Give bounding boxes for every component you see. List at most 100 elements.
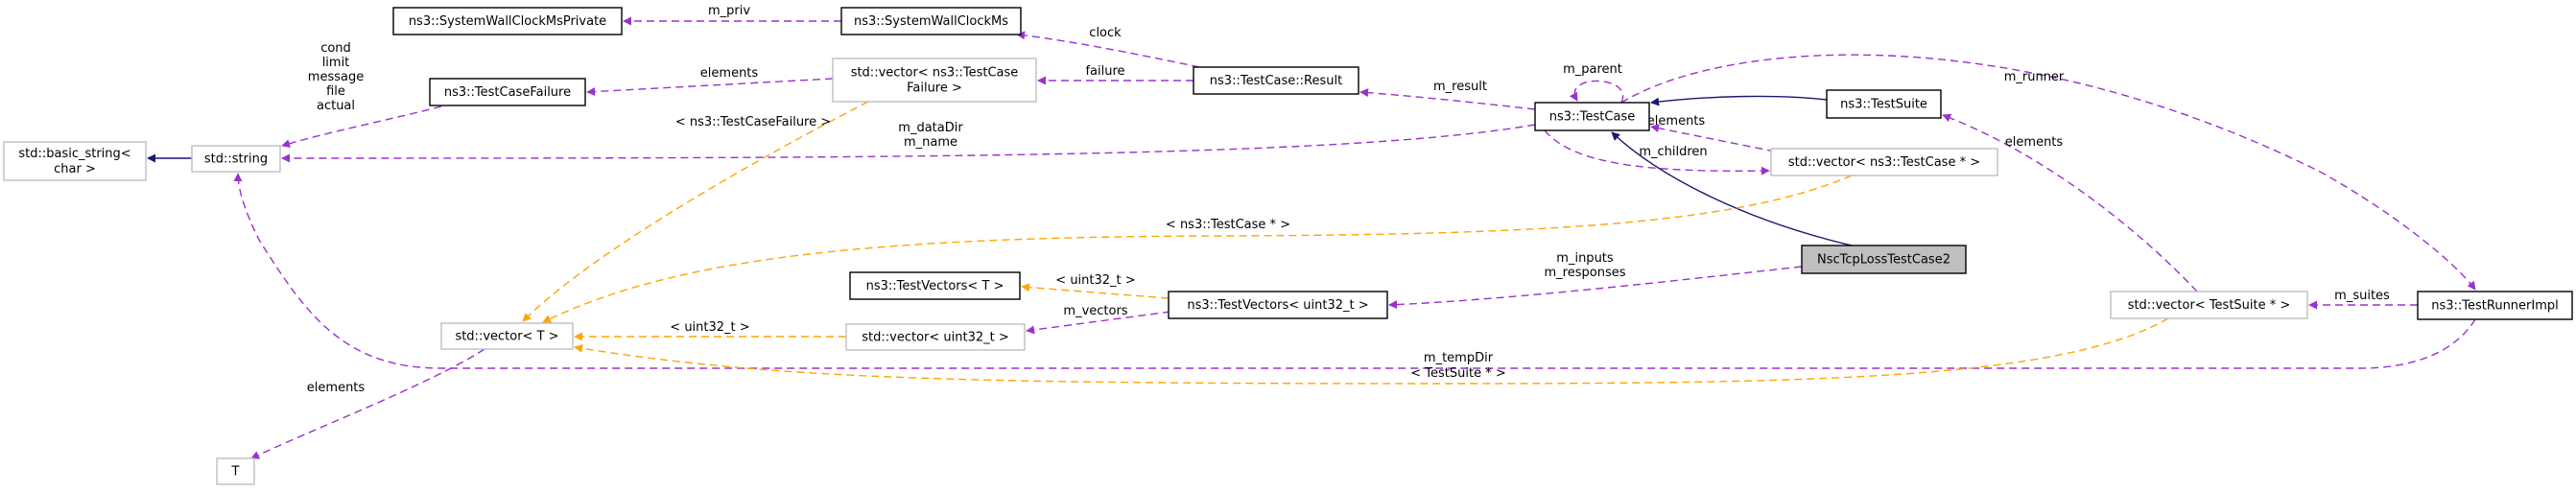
edge-label-result-vecfail: failure (1085, 64, 1124, 79)
class-node-testvectors-u32[interactable]: ns3::TestVectors< uint32_t > (1168, 291, 1388, 319)
class-node-testvectors-t[interactable]: ns3::TestVectors< T > (849, 271, 1021, 300)
edge-label-line: elements (1647, 114, 1706, 129)
edge-label-runner-vecsuite: m_suites (2334, 289, 2390, 303)
class-node-nsc[interactable]: NscTcpLossTestCase2 (1801, 245, 1967, 274)
class-node-basic-string[interactable]: std::basic_string<char > (3, 141, 147, 181)
edge-label-vect-T: elements (307, 381, 366, 395)
edge-vecsuite-suite (1942, 113, 2198, 292)
edge-label-nsc-tvu32: m_inputs m_responses (1545, 251, 1626, 280)
class-node-label: NscTcpLossTestCase2 (1817, 253, 1950, 268)
class-node-vec-tc-failure[interactable]: std::vector< ns3::TestCaseFailure > (832, 58, 1037, 103)
edge-label-vecu32-vect: < uint32_t > (670, 320, 749, 335)
edge-label-line: elements (307, 381, 366, 395)
edge-label-vectc-testcase: elements (1647, 114, 1706, 129)
edge-label-testcase-runner: m_runner (2004, 70, 2065, 84)
edge-label-tvu32-vecu32: m_vectors (1063, 304, 1127, 318)
edge-label-line: m_name (904, 135, 957, 150)
edge-label-line: m_children (1639, 145, 1707, 159)
edge-runner-string (233, 173, 2476, 369)
edge-label-line: cond (320, 41, 351, 56)
edge-vecfail-vect (522, 101, 869, 322)
edge-label-line: m_priv (708, 4, 750, 18)
edge-label-tcfailure-string: cond limit message file actual (308, 41, 364, 113)
edge-label-swcm-private: m_priv (708, 4, 750, 18)
class-node-label: std::vector< TestSuite * > (2128, 298, 2291, 313)
class-node-label: Failure > (907, 82, 962, 96)
edge-label-line: m_runner (2004, 70, 2065, 84)
class-node-tc-result[interactable]: ns3::TestCase::Result (1193, 66, 1359, 95)
edge-vect-T (250, 348, 485, 459)
edge-tvu32-tvt (1021, 283, 1170, 299)
class-node-label: char > (54, 162, 96, 176)
class-node-label: ns3::TestVectors< T > (866, 279, 1004, 293)
edge-label-testcase-string: m_dataDir m_name (898, 121, 963, 150)
edge-label-line: failure (1085, 64, 1124, 79)
class-node-vec-suite-ptr[interactable]: std::vector< TestSuite * > (2110, 291, 2308, 319)
edge-label-line: m_responses (1545, 266, 1626, 280)
edge-label-tvu32-tvt: < uint32_t > (1055, 273, 1135, 288)
edge-label-line: m_suites (2334, 289, 2390, 303)
edge-label-line: elements (700, 66, 759, 81)
edge-label-vecfail-tcfailure: elements (700, 66, 759, 81)
class-node-string[interactable]: std::string (191, 145, 281, 173)
class-node-T[interactable]: T (216, 457, 255, 485)
edge-label-line: < uint32_t > (670, 320, 749, 335)
edge-label-testcase-vectc: m_children (1639, 145, 1707, 159)
edge-label-line: clock (1089, 26, 1122, 40)
edge-label-line: elements (2005, 135, 2064, 150)
edge-label-line: actual (317, 99, 355, 113)
edge-label-line: m_parent (1563, 62, 1622, 77)
class-node-swcm-private[interactable]: ns3::SystemWallClockMsPrivate (392, 7, 623, 35)
class-node-label: ns3::TestCaseFailure (444, 85, 571, 100)
class-node-label: ns3::TestCase (1549, 110, 1635, 125)
edge-label-line: < ns3::TestCase * > (1166, 218, 1290, 232)
edge-label-line: m_vectors (1063, 304, 1127, 318)
class-node-label: ns3::SystemWallClockMsPrivate (409, 14, 606, 29)
edge-vecfail-tcfailure (586, 78, 834, 97)
edge-label-line: limit (322, 56, 350, 70)
edge-label-vecsuite-vect: < TestSuite * > (1410, 366, 1505, 381)
edge-label-line: message (308, 70, 364, 84)
class-node-label: std::string (204, 152, 268, 167)
class-node-label: std::vector< ns3::TestCase (851, 66, 1019, 81)
class-node-vec-u32[interactable]: std::vector< uint32_t > (845, 323, 1026, 351)
class-node-label: T (231, 465, 240, 479)
edge-label-testcase-result: m_result (1433, 80, 1487, 94)
edge-vecsuite-vect (574, 317, 2169, 385)
edge-label-line: < ns3::TestCaseFailure > (675, 115, 831, 129)
class-node-label: ns3::SystemWallClockMs (854, 14, 1008, 29)
class-node-label: std::vector< uint32_t > (862, 331, 1009, 345)
edge-testcase-self (1570, 80, 1624, 104)
class-node-label: ns3::TestRunnerImpl (2431, 299, 2559, 314)
edge-label-vectc-vect: < ns3::TestCase * > (1166, 218, 1290, 232)
class-node-testsuite[interactable]: ns3::TestSuite (1826, 89, 1942, 119)
class-node-testcase[interactable]: ns3::TestCase (1534, 102, 1650, 131)
edge-label-vecfail-vect: < ns3::TestCaseFailure > (675, 115, 831, 129)
edge-label-line: m_result (1433, 80, 1487, 94)
class-node-label: std::basic_string< (18, 147, 130, 161)
class-node-tc-failure[interactable]: ns3::TestCaseFailure (429, 78, 586, 106)
edge-testcase-runner (1620, 54, 2476, 291)
nodes-layer: std::basic_string<char >std::stringns3::… (3, 7, 2573, 485)
class-node-label: ns3::TestVectors< uint32_t > (1187, 298, 1368, 313)
edge-suite-testcase (1650, 95, 1828, 106)
collaboration-diagram: cond limit message file actual m_dataDir m_nam… (3, 4, 2573, 485)
edge-label-vecsuite-suite: elements (2005, 135, 2064, 150)
edge-label-line: m_tempDir (1424, 351, 1494, 365)
class-node-label: ns3::TestSuite (1840, 98, 1927, 112)
edge-label-line: file (326, 84, 345, 99)
class-node-vec-tc-ptr[interactable]: std::vector< ns3::TestCase * > (1770, 148, 1998, 176)
class-node-vec-t[interactable]: std::vector< T > (440, 322, 574, 350)
edge-label-testcase-self: m_parent (1563, 62, 1622, 77)
edge-tcfailure-string (281, 105, 442, 148)
class-node-label: std::vector< ns3::TestCase * > (1788, 155, 1980, 170)
class-node-swcm[interactable]: ns3::SystemWallClockMs (840, 7, 1022, 35)
class-node-runner[interactable]: ns3::TestRunnerImpl (2417, 291, 2573, 320)
class-node-label: ns3::TestCase::Result (1210, 74, 1342, 88)
edge-label-runner-string: m_tempDir (1424, 351, 1494, 365)
edge-testcase-result (1359, 88, 1536, 110)
edge-label-line: m_inputs (1556, 251, 1614, 266)
edge-label-line: < uint32_t > (1055, 273, 1135, 288)
class-node-label: std::vector< T > (455, 330, 558, 344)
edge-label-line: < TestSuite * > (1410, 366, 1505, 381)
